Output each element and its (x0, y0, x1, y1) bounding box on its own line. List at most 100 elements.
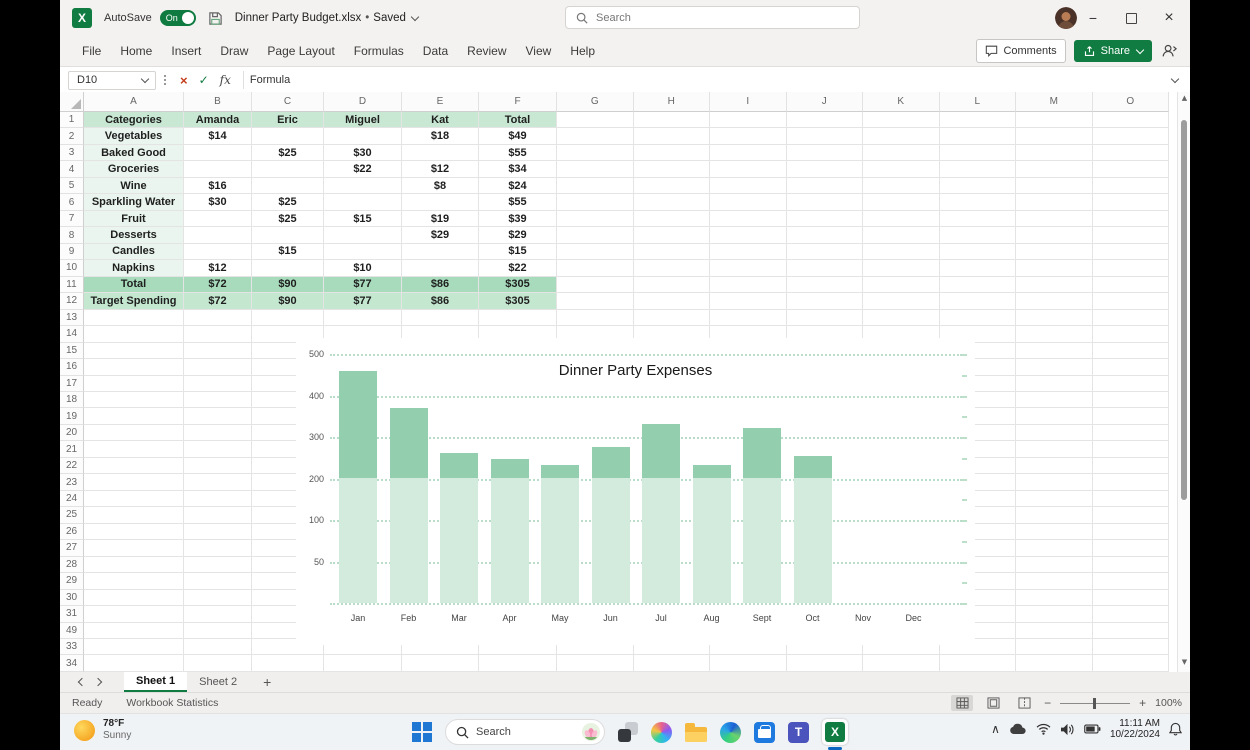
cell[interactable] (184, 458, 252, 474)
cell[interactable] (863, 145, 940, 161)
cell[interactable] (1016, 623, 1093, 639)
cell[interactable] (634, 211, 711, 227)
cell[interactable] (1093, 112, 1170, 128)
cell[interactable] (940, 161, 1017, 177)
expenses-chart[interactable]: Dinner Party Expenses 50040030020010050J… (296, 338, 975, 645)
cell[interactable] (634, 128, 711, 144)
cell[interactable] (1093, 244, 1170, 260)
cell[interactable] (184, 655, 252, 671)
cell[interactable] (863, 277, 940, 293)
cell[interactable] (324, 178, 402, 194)
row-header-6[interactable]: 6 (60, 194, 84, 210)
cell[interactable] (634, 112, 711, 128)
zoom-out-icon[interactable]: − (1044, 696, 1051, 710)
row-header-10[interactable]: 10 (60, 260, 84, 276)
bar-sept[interactable] (743, 428, 781, 603)
cell[interactable] (1093, 343, 1170, 359)
next-sheet-icon[interactable] (90, 679, 106, 685)
share-button[interactable]: Share (1074, 40, 1152, 62)
cell[interactable] (184, 392, 252, 408)
cell[interactable] (1016, 376, 1093, 392)
row-header-49[interactable]: 49 (60, 623, 84, 639)
cell[interactable]: Eric (252, 112, 324, 128)
cell[interactable] (324, 310, 402, 326)
cell[interactable] (252, 227, 324, 243)
row-header-16[interactable]: 16 (60, 359, 84, 375)
cell[interactable] (324, 244, 402, 260)
cell[interactable] (787, 277, 864, 293)
cell[interactable] (710, 178, 787, 194)
cell[interactable]: $15 (252, 244, 324, 260)
cell[interactable] (479, 310, 557, 326)
menu-item-insert[interactable]: Insert (171, 44, 201, 58)
insert-function-icon[interactable]: fx (214, 73, 237, 87)
copilot-icon[interactable] (651, 722, 672, 743)
bar-feb[interactable] (390, 408, 428, 603)
cell[interactable] (634, 145, 711, 161)
row-header-24[interactable]: 24 (60, 491, 84, 507)
cell[interactable] (1016, 524, 1093, 540)
cell[interactable]: $55 (479, 194, 557, 210)
cell[interactable] (184, 227, 252, 243)
bar-jun[interactable] (592, 447, 630, 603)
cell[interactable] (1016, 326, 1093, 342)
cell[interactable] (710, 128, 787, 144)
cell[interactable] (1016, 359, 1093, 375)
cell[interactable] (184, 408, 252, 424)
cell[interactable]: Target Spending (84, 293, 184, 309)
cell[interactable] (1016, 474, 1093, 490)
cell[interactable] (252, 178, 324, 194)
cell[interactable] (1016, 194, 1093, 210)
cell[interactable] (557, 194, 634, 210)
cell[interactable] (184, 606, 252, 622)
cell[interactable] (1093, 474, 1170, 490)
cell[interactable] (710, 655, 787, 671)
cell[interactable] (184, 639, 252, 655)
cell[interactable] (252, 655, 324, 671)
enter-formula-icon[interactable]: ✓ (194, 73, 214, 87)
cell[interactable] (1016, 639, 1093, 655)
row-header-12[interactable]: 12 (60, 293, 84, 309)
row-header-22[interactable]: 22 (60, 458, 84, 474)
cell[interactable] (1093, 293, 1170, 309)
cell[interactable] (787, 310, 864, 326)
cell[interactable] (863, 260, 940, 276)
cell[interactable] (1093, 441, 1170, 457)
cell[interactable]: Napkins (84, 260, 184, 276)
cell[interactable] (863, 244, 940, 260)
cell[interactable] (557, 112, 634, 128)
column-header-O[interactable]: O (1093, 92, 1170, 112)
cell[interactable] (940, 178, 1017, 194)
cell[interactable] (1093, 227, 1170, 243)
cell[interactable] (1016, 112, 1093, 128)
cell[interactable] (184, 161, 252, 177)
cell[interactable] (84, 326, 184, 342)
cell[interactable]: Desserts (84, 227, 184, 243)
column-header-H[interactable]: H (634, 92, 711, 112)
scroll-up-icon[interactable]: ▲ (1178, 94, 1190, 102)
cell[interactable] (557, 145, 634, 161)
cell[interactable] (940, 227, 1017, 243)
cell[interactable]: Sparkling Water (84, 194, 184, 210)
cell[interactable] (1093, 557, 1170, 573)
cell[interactable] (184, 145, 252, 161)
comments-button[interactable]: Comments (976, 39, 1065, 63)
cell[interactable] (1093, 145, 1170, 161)
cell[interactable] (940, 194, 1017, 210)
cell[interactable] (1016, 343, 1093, 359)
menu-item-help[interactable]: Help (570, 44, 595, 58)
cell[interactable] (184, 244, 252, 260)
row-header-29[interactable]: 29 (60, 573, 84, 589)
row-header-23[interactable]: 23 (60, 474, 84, 490)
cell[interactable] (863, 161, 940, 177)
zoom-level[interactable]: 100% (1155, 697, 1182, 709)
cell[interactable] (402, 655, 479, 671)
row-header-13[interactable]: 13 (60, 310, 84, 326)
cell[interactable] (184, 326, 252, 342)
cell[interactable]: $72 (184, 293, 252, 309)
cell[interactable] (787, 211, 864, 227)
cell[interactable] (184, 491, 252, 507)
cell[interactable] (84, 590, 184, 606)
cell[interactable] (84, 376, 184, 392)
cell[interactable] (787, 161, 864, 177)
